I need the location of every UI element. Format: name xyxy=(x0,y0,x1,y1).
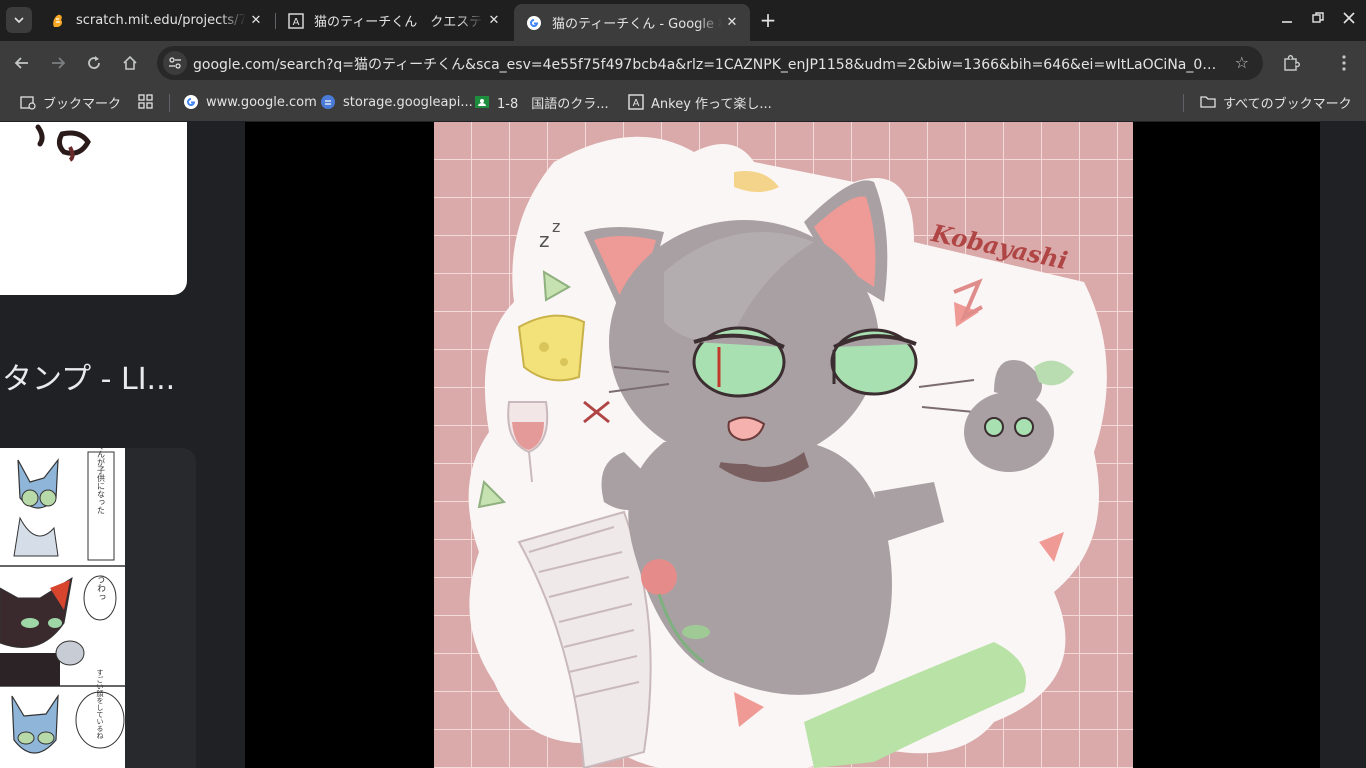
classroom-icon xyxy=(474,94,490,110)
minimize-button[interactable] xyxy=(1272,6,1302,30)
tab-strip: scratch.mit.edu/projects/705 ✕ A 猫のティーチく… xyxy=(0,0,1366,41)
google-icon xyxy=(526,15,542,31)
close-icon[interactable]: ✕ xyxy=(246,11,266,31)
close-icon[interactable]: ✕ xyxy=(722,13,742,33)
tab-scratch[interactable]: scratch.mit.edu/projects/705 ✕ xyxy=(38,4,274,37)
bookmark-label: www.google.com xyxy=(206,94,317,110)
page-content: タンプ - LI... ヤムくんが子供になった うわっ すごい顔をしているね K… xyxy=(0,122,1366,768)
folder-icon xyxy=(1200,94,1216,110)
more-vert-icon xyxy=(1342,55,1346,71)
puzzle-icon xyxy=(1284,54,1300,71)
site-info-icon[interactable] xyxy=(163,51,187,75)
arrow-left-icon xyxy=(14,57,28,69)
result-comic-thumbnail[interactable]: ヤムくんが子供になった うわっ すごい顔をしているね xyxy=(0,426,125,768)
result-title[interactable]: タンプ - LI... xyxy=(2,354,175,398)
tab-title: 猫のティーチくん - Google 検 xyxy=(552,17,722,32)
home-button[interactable] xyxy=(116,49,144,77)
bookmark-ankey[interactable]: A Ankey 作って楽し... xyxy=(628,93,772,112)
ankey-icon: A xyxy=(288,12,304,29)
bookmarks-bar: ブックマーク www.google.com storage.googleapi.… xyxy=(0,84,1366,122)
restore-icon xyxy=(1312,12,1324,23)
svg-text:A: A xyxy=(293,17,300,28)
close-window-button[interactable] xyxy=(1334,6,1364,30)
bookmark-storage[interactable]: storage.googleapi... xyxy=(320,93,473,111)
home-icon xyxy=(123,55,137,70)
close-icon[interactable]: ✕ xyxy=(484,11,504,31)
sleep-z-mark: z xyxy=(552,217,560,236)
preview-image[interactable]: Kobayashi z z xyxy=(434,122,1133,768)
bookmark-manager[interactable]: ブックマーク xyxy=(20,93,122,112)
tab-title: scratch.mit.edu/projects/705 xyxy=(76,13,246,28)
sketch-image xyxy=(35,124,91,162)
sleep-z-mark: z xyxy=(539,228,550,252)
extensions-button[interactable] xyxy=(1277,49,1305,77)
restore-button[interactable] xyxy=(1303,6,1333,30)
bookmark-manager-icon xyxy=(20,94,36,110)
docs-icon xyxy=(320,94,336,110)
browser-toolbar: google.com/search?q=猫のティーチくん&sca_esv=4e5… xyxy=(0,41,1366,84)
bookmark-label: Ankey 作って楽し... xyxy=(651,96,772,112)
menu-button[interactable] xyxy=(1330,49,1358,77)
cat-illustration: Kobayashi z z xyxy=(434,122,1133,768)
tab-search-button[interactable] xyxy=(6,7,32,33)
comic-caption-1: ヤムくんが子供になった xyxy=(97,448,106,514)
apps-grid-icon xyxy=(138,94,154,110)
comic-caption-2: うわっ xyxy=(95,574,106,601)
new-tab-button[interactable]: + xyxy=(756,8,780,32)
url-text[interactable]: google.com/search?q=猫のティーチくん&sca_esv=4e5… xyxy=(193,54,1223,74)
bookmark-label: storage.googleapi... xyxy=(343,94,473,110)
arrow-right-icon xyxy=(52,57,66,69)
bookmark-classroom[interactable]: 1-8 国語のクラ... xyxy=(474,93,609,112)
right-gutter xyxy=(1320,122,1366,768)
bookmark-divider xyxy=(1183,94,1184,112)
chevron-down-icon xyxy=(14,17,24,24)
forward-button[interactable] xyxy=(44,49,72,77)
bookmark-label: 1-8 国語のクラ... xyxy=(497,96,609,112)
apps-button[interactable] xyxy=(138,93,161,111)
all-bookmarks-folder[interactable]: すべてのブックマーク xyxy=(1200,93,1352,112)
minimize-icon xyxy=(1282,21,1292,23)
back-button[interactable] xyxy=(8,49,36,77)
address-bar[interactable]: google.com/search?q=猫のティーチくん&sca_esv=4e5… xyxy=(157,46,1263,80)
close-icon xyxy=(1343,12,1355,24)
google-icon xyxy=(183,94,199,110)
plus-icon: + xyxy=(759,8,777,32)
bookmark-divider xyxy=(169,94,170,112)
svg-text:A: A xyxy=(633,98,640,109)
bookmark-star-icon[interactable]: ☆ xyxy=(1235,53,1249,72)
reload-icon xyxy=(88,56,100,69)
comic-caption-3: すごい顔をしているね xyxy=(96,669,104,739)
comic-image: ヤムくんが子供になった うわっ すごい顔をしているね xyxy=(0,426,125,768)
bookmark-label: ブックマーク xyxy=(43,96,122,112)
bookmark-google[interactable]: www.google.com xyxy=(183,93,317,111)
bookmark-label: すべてのブックマーク xyxy=(1223,96,1352,112)
result-thumbnail[interactable] xyxy=(0,122,187,295)
ankey-icon: A xyxy=(628,94,644,110)
scratch-icon xyxy=(50,13,66,29)
tab-title: 猫のティーチくん クエステ xyxy=(314,15,483,30)
reload-button[interactable] xyxy=(80,49,108,77)
tab-google-search[interactable]: 猫のティーチくん - Google 検 ✕ xyxy=(514,4,750,41)
tab-ankey[interactable]: A 猫のティーチくん クエステ ✕ xyxy=(276,4,512,37)
